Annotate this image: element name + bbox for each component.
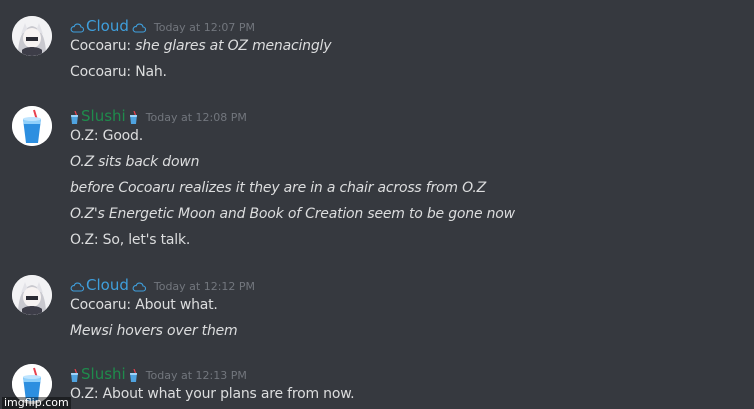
message-line: O.Z: Good. <box>70 126 143 146</box>
message-line: Cocoaru: Nah. <box>70 62 167 82</box>
message-text: Nah. <box>135 64 167 80</box>
message-header: Cloud Today at 12:07 PM <box>70 16 255 36</box>
username[interactable]: Slushi <box>81 364 126 384</box>
message-line: Mewsi hovers over them <box>70 321 238 341</box>
speaker-label: O.Z: <box>70 128 103 144</box>
action-text: O.Z sits back down <box>70 154 200 170</box>
cup-icon <box>129 108 138 128</box>
timestamp[interactable]: Today at 12:08 PM <box>146 108 247 128</box>
cup-icon <box>129 366 138 386</box>
message-line: O.Z: So, let's talk. <box>70 230 190 250</box>
username[interactable]: Cloud <box>86 275 129 295</box>
message-line: Cocoaru: About what. <box>70 295 218 315</box>
message-header: Slushi Today at 12:13 PM <box>70 364 247 384</box>
action-text: she glares at OZ menacingly <box>135 38 332 54</box>
action-text: before Cocoaru realizes it they are in a… <box>70 180 487 196</box>
cloud-icon <box>132 277 146 297</box>
message-header: Cloud Today at 12:12 PM <box>70 275 255 295</box>
cloud-icon <box>132 18 146 38</box>
action-text: Mewsi hovers over them <box>70 323 238 339</box>
speaker-label: O.Z: <box>70 386 103 402</box>
action-text: O.Z's Energetic Moon and Book of Creatio… <box>70 206 515 222</box>
cloud-icon <box>70 18 84 38</box>
message-line: before Cocoaru realizes it they are in a… <box>70 178 486 198</box>
message-text: About what. <box>135 297 218 313</box>
message-line: O.Z: About what your plans are from now. <box>70 384 355 404</box>
avatar[interactable] <box>12 106 52 146</box>
speaker-label: Cocoaru: <box>70 64 136 80</box>
cup-icon <box>70 108 79 128</box>
speaker-label: Cocoaru: <box>70 297 136 313</box>
avatar[interactable] <box>12 275 52 315</box>
message-line: O.Z sits back down <box>70 152 199 172</box>
timestamp[interactable]: Today at 12:12 PM <box>154 277 255 297</box>
watermark: imgflip.com <box>2 396 71 409</box>
speaker-label: Cocoaru: <box>70 38 136 54</box>
timestamp[interactable]: Today at 12:07 PM <box>154 18 255 38</box>
avatar[interactable] <box>12 16 52 56</box>
cloud-icon <box>70 277 84 297</box>
message-header: Slushi Today at 12:08 PM <box>70 106 247 126</box>
username[interactable]: Slushi <box>81 106 126 126</box>
timestamp[interactable]: Today at 12:13 PM <box>146 366 247 386</box>
message-line: Cocoaru: she glares at OZ menacingly <box>70 36 331 56</box>
message-line: O.Z's Energetic Moon and Book of Creatio… <box>70 204 515 224</box>
speaker-label: O.Z: <box>70 232 103 248</box>
message-text: So, let's talk. <box>102 232 191 248</box>
cup-icon <box>70 366 79 386</box>
message-text: Good. <box>102 128 144 144</box>
message-text: About what your plans are from now. <box>102 386 355 402</box>
username[interactable]: Cloud <box>86 16 129 36</box>
